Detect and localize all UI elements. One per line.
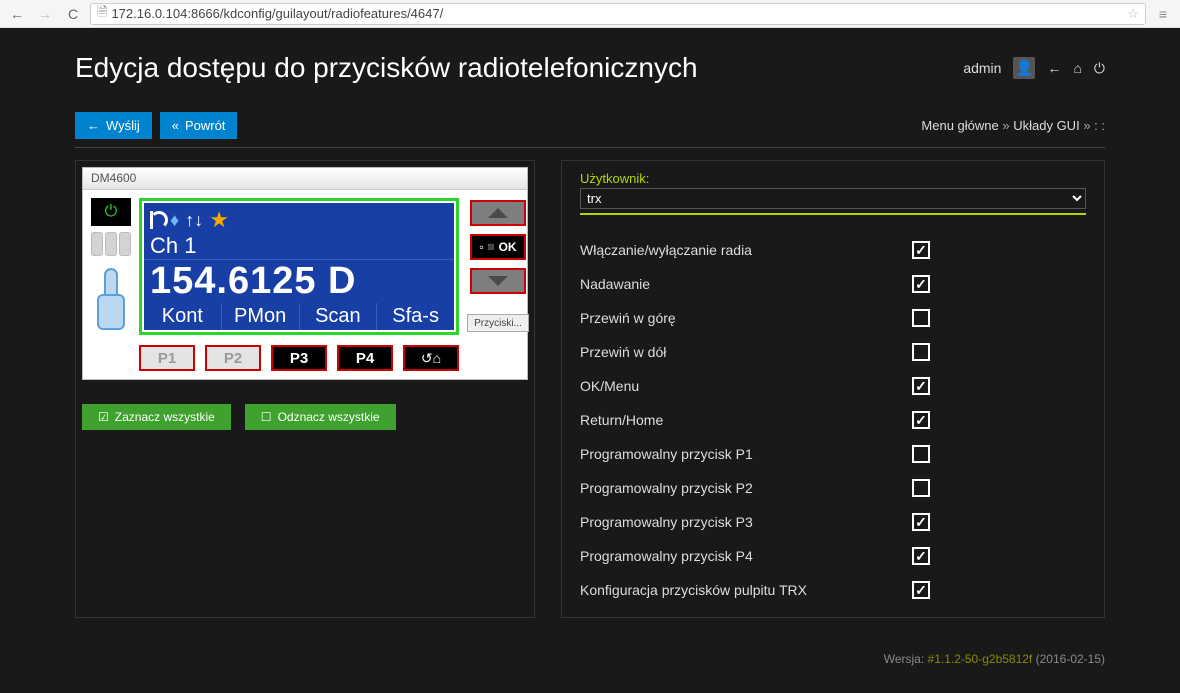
- option-row: Programowalny przycisk P2: [580, 471, 1086, 505]
- option-label: OK/Menu: [580, 378, 900, 394]
- crumb-gui[interactable]: Układy GUI: [1013, 118, 1079, 133]
- checkbox-icon: ☑: [98, 410, 109, 424]
- radio-ptt-knob[interactable]: [97, 268, 125, 328]
- p4-button[interactable]: P4: [337, 345, 393, 371]
- browser-toolbar: ← → C 🗎 172.16.0.104:8666/kdconfig/guila…: [0, 0, 1180, 28]
- option-checkbox[interactable]: [912, 581, 930, 599]
- screen-tab-0: Kont: [144, 303, 221, 330]
- option-label: Programowalny przycisk P1: [580, 446, 900, 462]
- p2-button[interactable]: P2: [205, 345, 261, 371]
- option-checkbox[interactable]: [912, 343, 930, 361]
- option-checkbox[interactable]: [912, 547, 930, 565]
- send-label: Wyślij: [106, 118, 140, 133]
- option-checkbox[interactable]: [912, 445, 930, 463]
- power-icon[interactable]: ⏻: [1094, 60, 1105, 77]
- signal-icon: ♦: [170, 210, 179, 231]
- select-all-button[interactable]: ☑ Zaznacz wszystkie: [82, 404, 231, 430]
- radio-preview-panel: DM4600 ⏻: [75, 160, 535, 618]
- breadcrumb: Menu główne » Układy GUI » : :: [921, 118, 1105, 133]
- version-hash: #1.1.2-50-g2b5812f: [928, 652, 1033, 666]
- option-row: Programowalny przycisk P3: [580, 505, 1086, 539]
- option-checkbox[interactable]: [912, 377, 930, 395]
- home-icon[interactable]: ⌂: [1073, 60, 1081, 76]
- send-button[interactable]: ← Wyślij: [75, 112, 152, 139]
- deselect-all-button[interactable]: ☐ Odznacz wszystkie: [245, 404, 396, 430]
- option-row: OK/Menu: [580, 369, 1086, 403]
- radio-model-title: DM4600: [83, 168, 527, 190]
- scan-icon: ↑↓: [185, 210, 203, 231]
- screen-tab-1: PMon: [221, 303, 299, 330]
- permissions-panel: Użytkownik: trx Włączanie/wyłączanie rad…: [561, 160, 1105, 618]
- option-row: Konfiguracja przycisków pulpitu TRX: [580, 573, 1086, 607]
- user-select-label: Użytkownik:: [580, 171, 1086, 186]
- page-title: Edycja dostępu do przycisków radiotelefo…: [75, 52, 698, 84]
- option-label: Programowalny przycisk P2: [580, 480, 900, 496]
- option-label: Przewiń w dół: [580, 344, 900, 360]
- screen-tab-2: Scan: [299, 303, 377, 330]
- p3-button[interactable]: P3: [271, 345, 327, 371]
- option-row: Przewiń w dół: [580, 335, 1086, 369]
- double-arrow-left-icon: «: [172, 118, 179, 133]
- option-checkbox[interactable]: [912, 309, 930, 327]
- nav-back-button[interactable]: ←: [6, 4, 28, 24]
- radio-power-button[interactable]: ⏻: [91, 198, 131, 226]
- back-button[interactable]: « Powrót: [160, 112, 238, 139]
- back-label: Powrót: [185, 118, 225, 133]
- address-bar[interactable]: 🗎 172.16.0.104:8666/kdconfig/guilayout/r…: [90, 3, 1146, 25]
- antenna-icon: [150, 211, 164, 229]
- scroll-up-button[interactable]: [470, 200, 526, 226]
- option-label: Włączanie/wyłączanie radia: [580, 242, 900, 258]
- return-home-button[interactable]: ↺⌂: [403, 345, 459, 371]
- nav-reload-button[interactable]: C: [62, 4, 84, 24]
- option-checkbox[interactable]: [912, 241, 930, 259]
- option-label: Konfiguracja przycisków pulpitu TRX: [580, 582, 900, 598]
- user-avatar-icon[interactable]: 👤: [1013, 57, 1035, 79]
- nav-forward-button[interactable]: →: [34, 4, 56, 24]
- przyciski-button[interactable]: Przyciski...: [467, 314, 529, 332]
- frequency-label: 154.6125 D: [144, 260, 454, 303]
- option-row: Włączanie/wyłączanie radia: [580, 233, 1086, 267]
- star-icon: ★: [209, 207, 229, 233]
- user-select[interactable]: trx: [580, 188, 1086, 209]
- header-back-icon[interactable]: ←: [1047, 60, 1061, 76]
- channel-label: Ch 1: [144, 233, 454, 260]
- browser-menu-icon[interactable]: ≡: [1152, 6, 1174, 22]
- option-row: Nadawanie: [580, 267, 1086, 301]
- option-row: Return/Home: [580, 403, 1086, 437]
- footer: Wersja: #1.1.2-50-g2b5812f (2016-02-15): [55, 638, 1125, 666]
- bookmark-star-icon[interactable]: ☆: [1127, 6, 1139, 22]
- option-row: Programowalny przycisk P4: [580, 539, 1086, 573]
- ok-menu-button[interactable]: ▫◾OK: [470, 234, 526, 260]
- option-row: Przewiń w górę: [580, 301, 1086, 335]
- option-label: Przewiń w górę: [580, 310, 900, 326]
- radio-screen: ♦ ↑↓ ★ Ch 1 154.6125 D Kont PMon: [144, 203, 454, 330]
- url-text: 172.16.0.104:8666/kdconfig/guilayout/rad…: [111, 6, 443, 21]
- screen-tab-3: Sfa-s: [376, 303, 454, 330]
- arrow-left-icon: ←: [87, 118, 100, 133]
- option-checkbox[interactable]: [912, 275, 930, 293]
- option-row: Programowalny przycisk P1: [580, 437, 1086, 471]
- option-label: Nadawanie: [580, 276, 900, 292]
- crumb-main[interactable]: Menu główne: [921, 118, 998, 133]
- radio-grey-buttons: [91, 232, 131, 256]
- empty-box-icon: ☐: [261, 410, 272, 424]
- scroll-down-button[interactable]: [470, 268, 526, 294]
- option-checkbox[interactable]: [912, 479, 930, 497]
- option-label: Programowalny przycisk P4: [580, 548, 900, 564]
- option-label: Programowalny przycisk P3: [580, 514, 900, 530]
- page-icon: 🗎: [97, 3, 107, 25]
- divider: [75, 147, 1105, 148]
- option-checkbox[interactable]: [912, 411, 930, 429]
- username: admin: [963, 60, 1001, 76]
- p1-button[interactable]: P1: [139, 345, 195, 371]
- option-checkbox[interactable]: [912, 513, 930, 531]
- option-label: Return/Home: [580, 412, 900, 428]
